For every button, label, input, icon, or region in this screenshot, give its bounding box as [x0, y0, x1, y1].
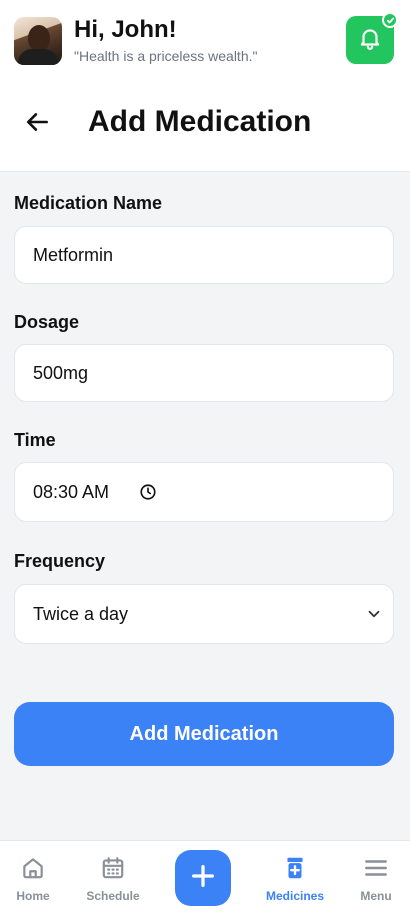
add-button[interactable]	[175, 850, 231, 906]
time-input[interactable]: 08:30 AM	[14, 462, 394, 522]
dosage-input[interactable]: 500mg	[14, 344, 394, 402]
avatar-face	[28, 25, 50, 51]
dosage-value: 500mg	[33, 362, 89, 383]
back-arrow-icon	[25, 109, 51, 140]
bell-icon	[357, 25, 383, 56]
greeting-text: Hi, John!	[74, 16, 177, 43]
dosage-label: Dosage	[14, 312, 80, 332]
nav-item-medicines[interactable]: Medicines	[257, 841, 333, 912]
hamburger-menu-icon	[362, 853, 390, 883]
app: Hi, John! "Health is a priceless wealth.…	[0, 0, 410, 912]
check-icon	[382, 12, 398, 28]
page-title: Add Medication	[88, 105, 312, 138]
medication-name-value: Metformin	[33, 244, 114, 265]
frequency-label: Frequency	[14, 551, 106, 571]
add-medication-button[interactable]: Add Medication	[14, 702, 394, 766]
nav-item-schedule[interactable]: Schedule	[75, 841, 151, 912]
time-label: Time	[14, 430, 56, 450]
calendar-icon	[100, 853, 126, 883]
clock-icon[interactable]	[139, 483, 157, 501]
nav-label-medicines: Medicines	[265, 889, 325, 903]
chevron-down-icon	[365, 605, 383, 628]
nav-label-menu: Menu	[360, 889, 392, 903]
nav-label-home: Home	[16, 889, 50, 903]
quote-text: "Health is a priceless wealth."	[74, 48, 258, 64]
nav-item-menu[interactable]: Menu	[338, 841, 410, 912]
avatar-shirt	[18, 49, 58, 65]
back-button[interactable]	[22, 108, 54, 140]
home-icon	[20, 853, 46, 883]
bottom-nav: Home Schedule Medicines Menu	[0, 840, 410, 912]
medicine-bottle-icon	[282, 853, 308, 883]
frequency-select[interactable]: Twice a day	[14, 584, 394, 644]
medication-name-label: Medication Name	[14, 193, 163, 213]
nav-label-schedule: Schedule	[86, 889, 140, 903]
nav-item-home[interactable]: Home	[0, 841, 71, 912]
notification-button[interactable]	[346, 12, 398, 64]
time-value: 08:30 AM	[33, 481, 110, 502]
frequency-value: Twice a day	[33, 603, 129, 624]
plus-icon	[189, 862, 217, 895]
medication-name-input[interactable]: Metformin	[14, 226, 394, 284]
avatar[interactable]	[14, 17, 62, 65]
header: Hi, John! "Health is a priceless wealth.…	[0, 0, 410, 172]
